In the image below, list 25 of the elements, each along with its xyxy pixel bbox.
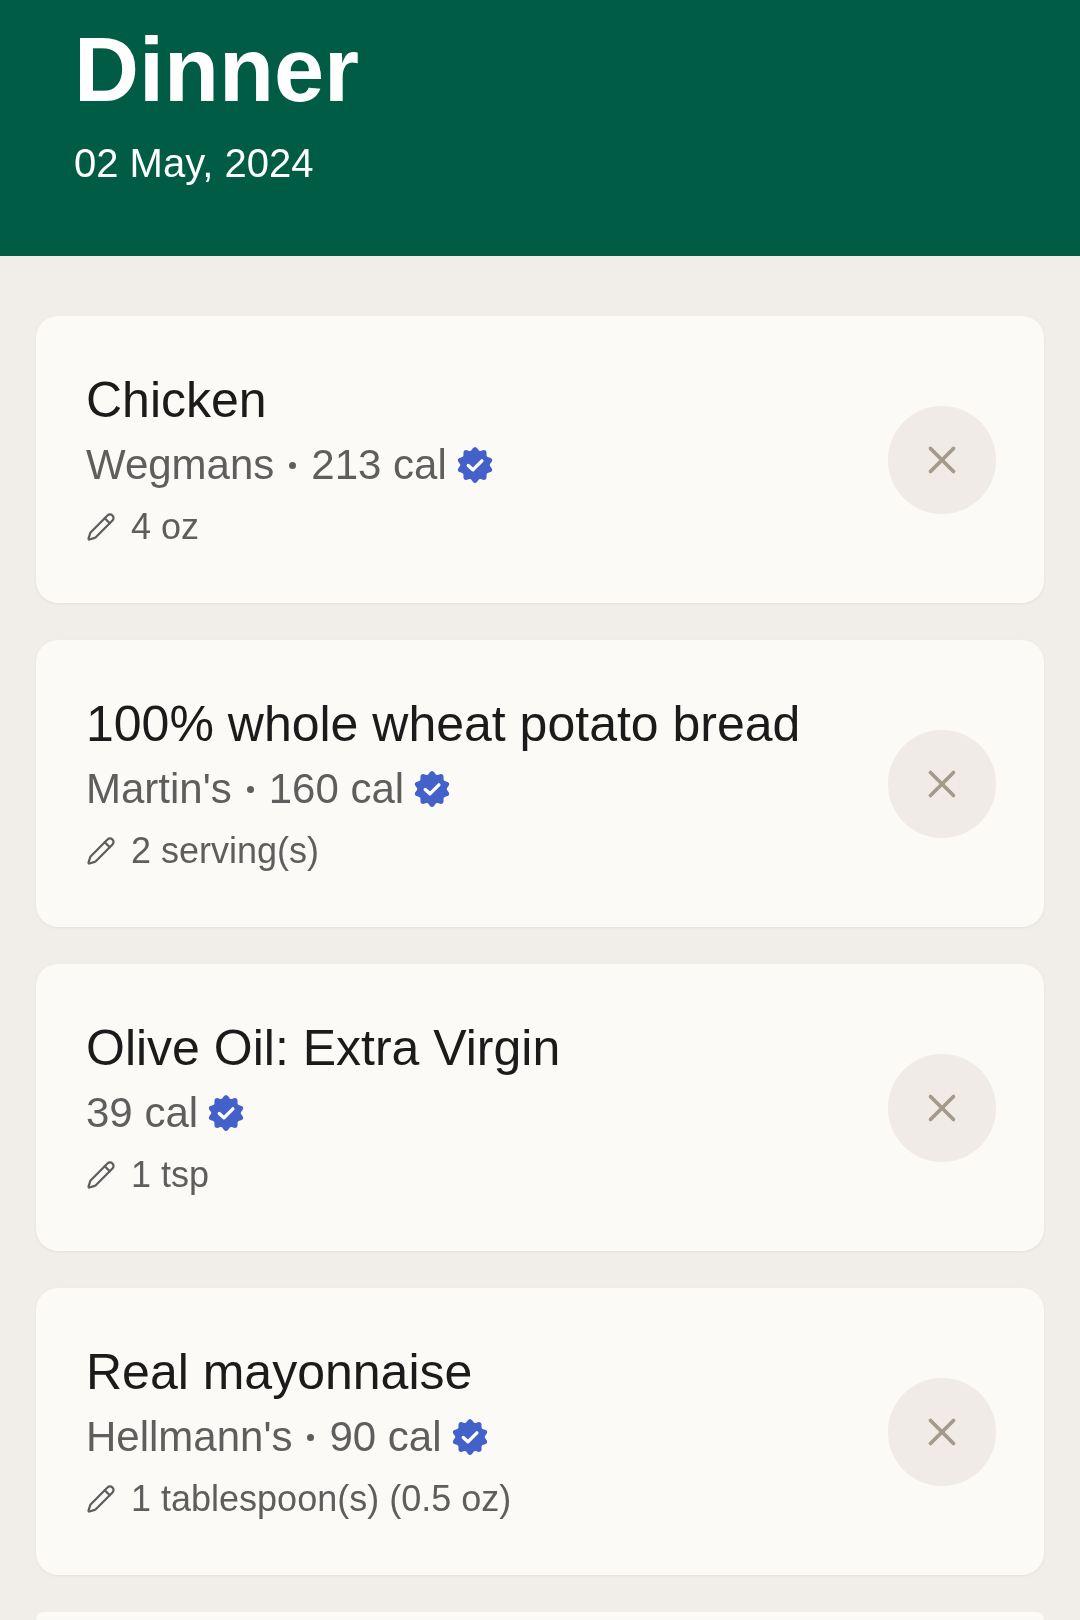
serving-quantity: 1 tablespoon(s) (0.5 oz) (131, 1477, 512, 1521)
brand-name: Wegmans (86, 440, 275, 490)
brand-name: Martin's (86, 764, 232, 814)
calorie-count: 39 cal (86, 1088, 199, 1138)
pencil-icon (86, 1160, 116, 1190)
calorie-count: 213 cal (311, 440, 447, 490)
pencil-icon (86, 836, 116, 866)
serving-quantity: 2 serving(s) (131, 829, 320, 873)
food-name: Chicken (86, 371, 268, 430)
food-name: Olive Oil: Extra Virgin (86, 1019, 561, 1078)
meal-title: Dinner (74, 25, 361, 115)
food-name: 100% whole wheat potato bread (86, 695, 801, 754)
serving-quantity: 4 oz (131, 505, 200, 549)
pencil-icon (86, 1484, 116, 1514)
calorie-count: 160 cal (268, 764, 405, 814)
brand-name: Hellmann's (86, 1412, 293, 1462)
serving-quantity: 1 tsp (131, 1153, 210, 1197)
food-name: Real mayonnaise (86, 1343, 474, 1402)
meal-date: 02 May, 2024 (74, 143, 315, 183)
food-entry-card[interactable]: 100% whole wheat potato bread Martin's 160 cal 2 serving(s) (36, 640, 1044, 927)
calorie-count: 90 cal (329, 1412, 442, 1462)
pencil-icon (86, 512, 116, 542)
food-entry-card[interactable]: Chicken Wegmans 213 cal 4 oz (36, 316, 1044, 603)
food-entry-card[interactable]: Real mayonnaise Hellmann's 90 cal 1 tablespoon(s) (0.5 oz) (36, 1288, 1044, 1575)
food-entry-card[interactable]: Olive Oil: Extra Virgin 39 cal 1 tsp (36, 964, 1044, 1251)
